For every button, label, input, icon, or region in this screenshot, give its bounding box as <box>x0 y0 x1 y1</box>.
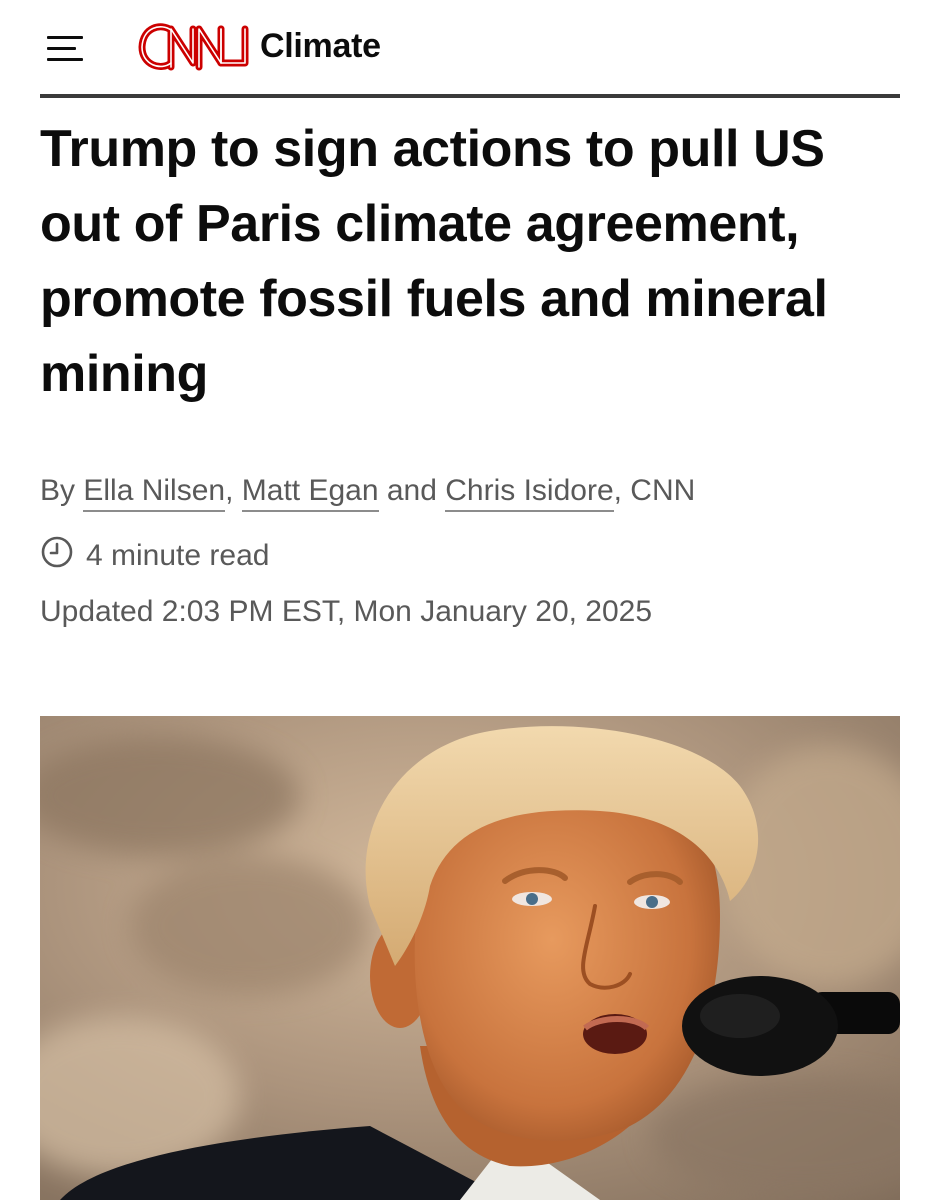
author-link-matt-egan[interactable]: Matt Egan <box>241 474 379 512</box>
hamburger-menu-icon[interactable] <box>47 26 85 64</box>
updated-timestamp: Updated 2:03 PM EST, Mon January 20, 202… <box>40 595 653 628</box>
byline-separator: and <box>378 474 446 507</box>
header-divider <box>40 94 900 98</box>
read-time-text: 4 minute read <box>86 539 270 572</box>
byline: By Ella Nilsen, Matt Egan and Chris Isid… <box>40 473 900 512</box>
clock-icon <box>41 536 73 568</box>
byline-separator: , <box>225 474 242 507</box>
byline-prefix: By <box>40 474 84 507</box>
author-link-chris-isidore[interactable]: Chris Isidore <box>445 474 614 512</box>
lead-photo <box>40 716 900 1200</box>
author-link-ella-nilsen[interactable]: Ella Nilsen <box>83 474 226 512</box>
read-time: 4 minute read <box>40 535 900 574</box>
site-header: Climate <box>40 16 900 78</box>
section-name[interactable]: Climate <box>260 26 381 66</box>
byline-suffix: , CNN <box>613 474 696 507</box>
cnn-logo[interactable] <box>137 21 252 73</box>
article-headline: Trump to sign actions to pull US out of … <box>40 120 828 403</box>
